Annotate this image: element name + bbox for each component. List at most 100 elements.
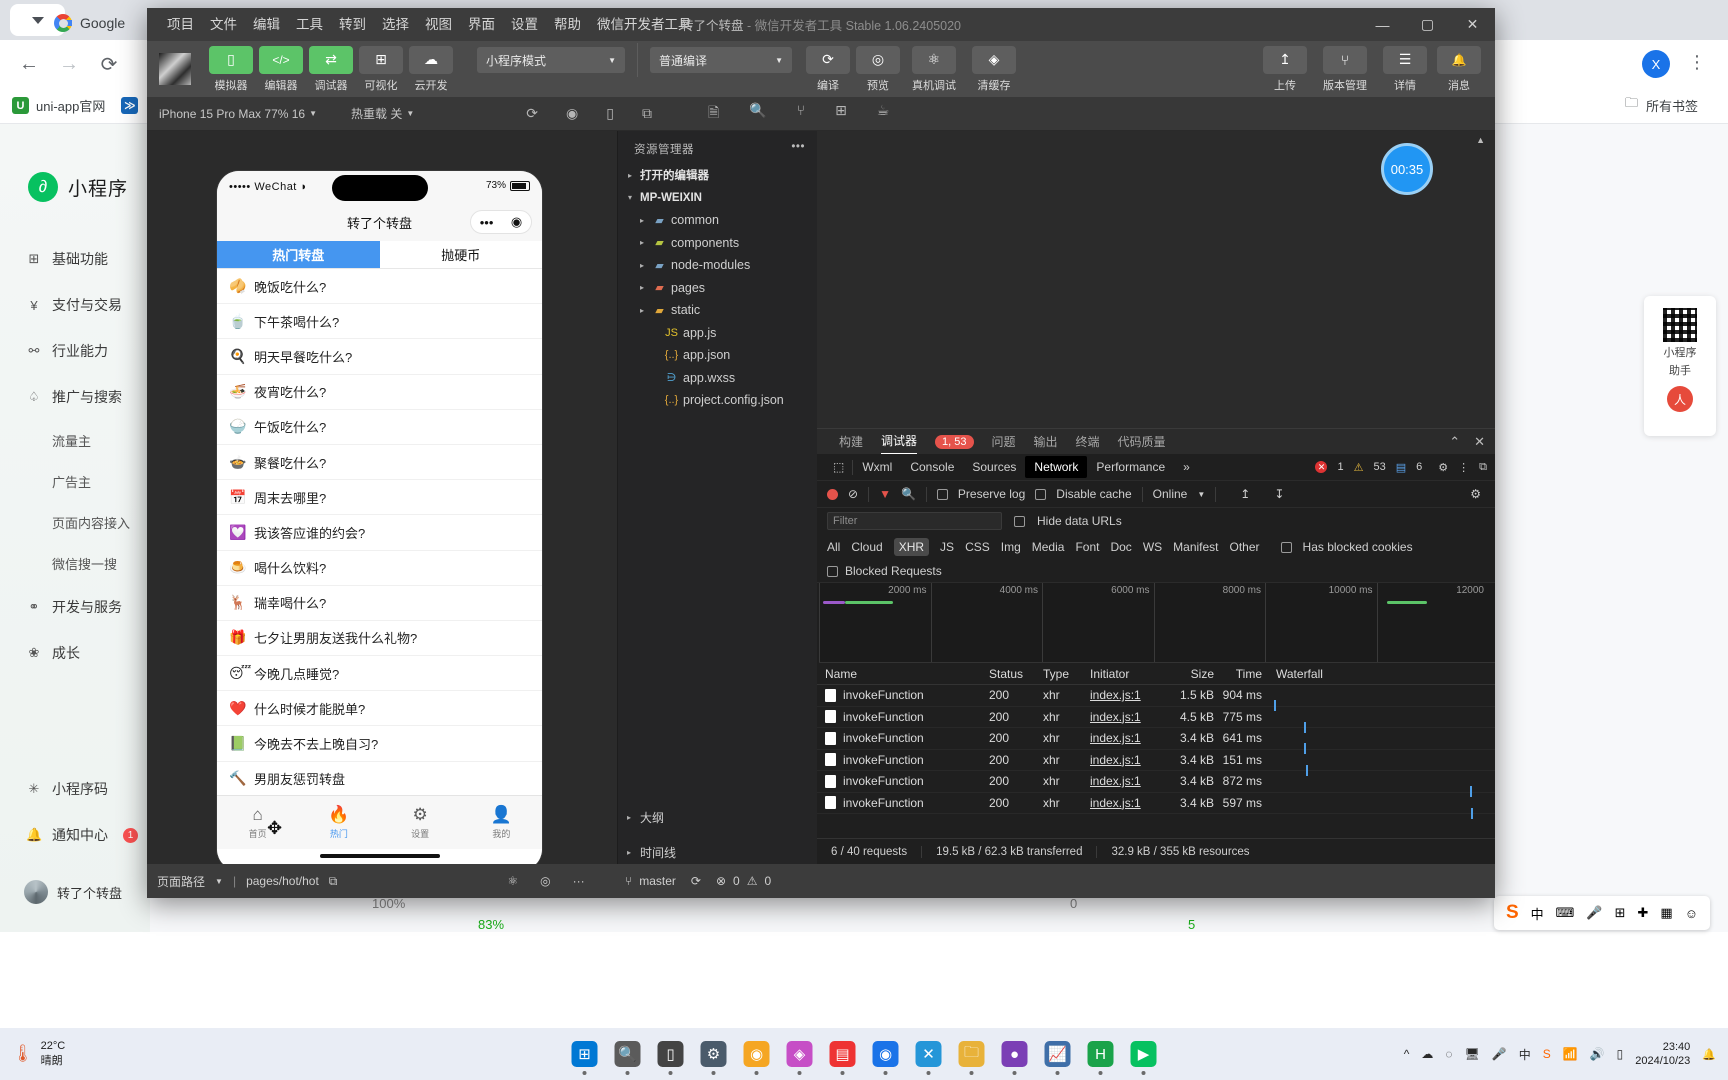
- blocked-requests-checkbox[interactable]: [827, 565, 838, 577]
- column-time[interactable]: Time: [1214, 667, 1270, 681]
- sort-arrow-icon[interactable]: ▲: [1476, 135, 1485, 145]
- disable-cache-checkbox[interactable]: [1035, 488, 1047, 500]
- wechat-devtools-icon[interactable]: ▶: [1130, 1041, 1157, 1075]
- ime-mode-icon[interactable]: 中: [1531, 904, 1544, 923]
- photos-icon[interactable]: ◈: [786, 1041, 813, 1075]
- list-item[interactable]: 🍲 聚餐吃什么?: [217, 445, 542, 481]
- type-filter-manifest[interactable]: Manifest: [1173, 540, 1218, 554]
- sidebar-subitem-search[interactable]: 微信搜一搜: [0, 543, 150, 584]
- toolbar-details-button[interactable]: ☰ 详情: [1383, 45, 1427, 93]
- file-tree-item[interactable]: JS app.js: [618, 322, 817, 345]
- tab-debugger[interactable]: 调试器: [881, 429, 918, 455]
- table-row[interactable]: invokeFunction 200 xhr index.js:1 3.4 kB 151 …: [817, 750, 1495, 776]
- toolbar-compile-button[interactable]: ⟳ 编译: [806, 45, 850, 93]
- more-icon[interactable]: ···: [573, 874, 585, 888]
- github-icon[interactable]: ●: [1001, 1041, 1028, 1075]
- smiley-icon[interactable]: ☺: [1685, 906, 1698, 921]
- menu-settings[interactable]: 设置: [503, 8, 546, 41]
- bookmark-item-2[interactable]: ≫: [121, 97, 139, 114]
- mic-icon[interactable]: 🎤: [1586, 905, 1602, 921]
- files-icon[interactable]: 🗎: [708, 102, 719, 126]
- menu-edit[interactable]: 编辑: [245, 8, 288, 41]
- rotate-icon[interactable]: ⟳: [526, 105, 538, 122]
- bookmark-item[interactable]: U uni-app官网: [12, 96, 105, 115]
- has-blocked-cookies-checkbox[interactable]: [1280, 541, 1292, 553]
- minimize-button[interactable]: —: [1360, 8, 1405, 41]
- type-filter-cloud[interactable]: Cloud: [851, 540, 882, 554]
- sidebar-subitem-advertiser[interactable]: 广告主: [0, 461, 150, 502]
- list-item[interactable]: 🍜 夜宵吃什么?: [217, 375, 542, 410]
- list-item[interactable]: 💟 我该答应谁的约会?: [217, 515, 542, 551]
- row-initiator[interactable]: index.js:1: [1090, 710, 1168, 724]
- panel-wxml[interactable]: Wxml: [853, 456, 901, 478]
- import-har-icon[interactable]: ↥: [1240, 487, 1250, 501]
- toolbar-realdevice-button[interactable]: ⚛ 真机调试: [906, 45, 962, 93]
- monitor-icon[interactable]: 🖥: [1465, 1047, 1480, 1061]
- sidebar-item-industry[interactable]: ⚯ 行业能力: [0, 328, 150, 374]
- menu-project[interactable]: 项目: [159, 8, 202, 41]
- menu-select[interactable]: 选择: [374, 8, 417, 41]
- search-icon[interactable]: 🔍: [614, 1041, 641, 1075]
- account-row[interactable]: 转了个转盘: [0, 880, 150, 904]
- tab-build[interactable]: 构建: [839, 433, 863, 450]
- mode-select[interactable]: 小程序模式 ▼: [477, 47, 625, 73]
- row-initiator[interactable]: index.js:1: [1090, 796, 1168, 810]
- preserve-log-checkbox[interactable]: [936, 488, 948, 500]
- list-item[interactable]: 🍵 下午茶喝什么?: [217, 304, 542, 340]
- tab-codequality[interactable]: 代码质量: [1118, 433, 1166, 450]
- keyboard-icon[interactable]: ⌨: [1556, 905, 1575, 921]
- menu-help[interactable]: 帮助: [546, 8, 589, 41]
- file-tree-item[interactable]: ▸ ▰ node-modules: [618, 254, 817, 277]
- toolbar-upload-button[interactable]: ↥ 上传: [1263, 45, 1307, 93]
- sidebar-item-payment[interactable]: ¥ 支付与交易: [0, 282, 150, 328]
- more-icon[interactable]: •••: [480, 215, 494, 230]
- list-item[interactable]: 📅 周末去哪里?: [217, 480, 542, 516]
- chevron-up-icon[interactable]: ^: [1404, 1047, 1410, 1061]
- type-filter-all[interactable]: All: [827, 540, 840, 554]
- file-tree-item[interactable]: ▸ ▰ pages: [618, 277, 817, 300]
- table-row[interactable]: invokeFunction 200 xhr index.js:1 1.5 kB 904 …: [817, 685, 1495, 712]
- maximize-button[interactable]: ▢: [1405, 8, 1450, 41]
- file-tree-item[interactable]: ▸ ▰ static: [618, 299, 817, 322]
- capsule-button[interactable]: ••• ◉: [470, 210, 532, 234]
- sync-icon[interactable]: ⟳: [691, 874, 701, 888]
- tab-terminal[interactable]: 终端: [1076, 433, 1100, 450]
- row-initiator[interactable]: index.js:1: [1090, 688, 1168, 702]
- column-initiator[interactable]: Initiator: [1090, 667, 1168, 681]
- hotreload-select[interactable]: 热重载 关 ▼: [351, 105, 414, 122]
- copy-icon[interactable]: ⧉: [329, 874, 338, 889]
- type-filter-img[interactable]: Img: [1001, 540, 1021, 554]
- more-icon[interactable]: •••: [791, 141, 805, 157]
- toolbar-editor-button[interactable]: </> 编辑器: [259, 45, 303, 93]
- panel-console[interactable]: Console: [901, 456, 963, 478]
- toolbar-messages-button[interactable]: 🔔 消息: [1437, 45, 1481, 93]
- row-initiator[interactable]: index.js:1: [1090, 774, 1168, 788]
- file-tree-item[interactable]: ▸ ▰ components: [618, 232, 817, 255]
- menu-view[interactable]: 视图: [417, 8, 460, 41]
- inspect-icon[interactable]: ⬚: [825, 460, 852, 474]
- compile-select[interactable]: 普通编译 ▼: [650, 47, 792, 73]
- toolbar-clearcache-button[interactable]: ◈ 清缓存: [968, 45, 1020, 93]
- toolbar-visual-button[interactable]: ⊞ 可视化: [359, 45, 403, 93]
- list-item[interactable]: 🥠 晚饭吃什么?: [217, 269, 542, 305]
- list-item[interactable]: 🍳 明天早餐吃什么?: [217, 339, 542, 375]
- menu-goto[interactable]: 转到: [331, 8, 374, 41]
- sidebar-subitem-traffic[interactable]: 流量主: [0, 420, 150, 461]
- panel-network[interactable]: Network: [1025, 456, 1088, 478]
- table-row[interactable]: invokeFunction 200 xhr index.js:1 4.5 kB 775 …: [817, 707, 1495, 733]
- file-tree-item[interactable]: {..} app.json: [618, 344, 817, 367]
- sidebar-item-basic[interactable]: ⊞ 基础功能: [0, 236, 150, 282]
- explorer-timeline-section[interactable]: ▸ 时间线: [617, 841, 817, 864]
- chevron-down-icon[interactable]: ▼: [1197, 490, 1205, 499]
- menu-interface[interactable]: 界面: [460, 8, 503, 41]
- clear-icon[interactable]: ⊘: [848, 487, 858, 501]
- back-icon[interactable]: ←: [12, 47, 46, 81]
- cloud-icon[interactable]: ☁: [1421, 1047, 1433, 1061]
- tab-coin-flip[interactable]: 抛硬币: [379, 241, 542, 269]
- chrome-canary-icon[interactable]: ◉: [743, 1041, 770, 1075]
- collapse-icon[interactable]: ⌃: [1449, 434, 1460, 450]
- all-bookmarks[interactable]: 🗀 所有书签: [1625, 94, 1698, 116]
- plus-icon[interactable]: ✚: [1638, 905, 1649, 921]
- device-select[interactable]: iPhone 15 Pro Max 77% 16 ▼: [159, 107, 317, 121]
- safety-icon[interactable]: ◌: [1445, 1047, 1452, 1061]
